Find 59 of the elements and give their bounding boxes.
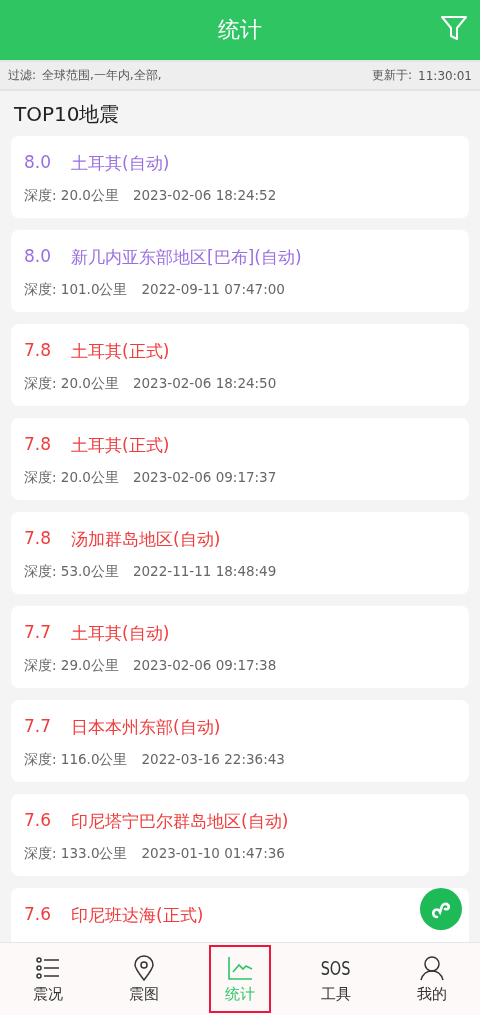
earthquake-card[interactable]: 8.0 新几内亚东部地区[巴布](自动) 深度: 101.0公里 2022-09-11 07:47:00 [11,230,469,312]
location-name: 土耳其(正式) [71,434,170,457]
time-text: 2023-02-06 18:24:52 [132,187,277,205]
magnitude: 7.8 [24,528,52,550]
magnitude: 7.8 [24,434,52,456]
filter-value: 全球范围,一年内,全部, [42,67,162,84]
filter-icon[interactable] [440,14,468,42]
nav-tab[interactable]: 我的 [401,945,463,1013]
time-text: 2022-03-16 22:36:43 [141,751,285,769]
updated-time: 11:30:01 [418,68,472,83]
location-name: 土耳其(正式) [71,340,170,363]
location-name: 日本本州东部(自动) [71,716,221,739]
location-name: 土耳其(自动) [71,152,170,175]
location-name: 汤加群岛地区(自动) [71,528,221,551]
magnitude: 7.8 [24,340,52,362]
magnitude: 7.6 [24,810,52,832]
location-name: 印尼班达海(正式) [71,904,204,927]
nav-tab[interactable]: 震图 [113,945,175,1013]
earthquake-card[interactable]: 8.0 土耳其(自动) 深度: 20.0公里 2023-02-06 18:24:52 [11,136,469,218]
earthquake-card[interactable]: 7.8 土耳其(正式) 深度: 20.0公里 2023-02-06 18:24:50 [11,324,469,406]
earthquake-card[interactable]: 7.6 印尼班达海(正式) [11,888,469,942]
nav-tab[interactable]: 震况 [17,945,79,1013]
line-chart-icon [227,954,253,981]
depth-text: 深度: 101.0公里 [24,281,128,299]
time-text: 2023-02-06 18:24:50 [132,375,277,393]
time-text: 2023-02-06 09:17:37 [132,469,277,487]
time-text: 2022-09-11 07:47:00 [141,281,285,299]
filter-label: 过滤: [8,67,37,84]
location-name: 印尼塔宁巴尔群岛地区(自动) [71,810,289,833]
location-name: 新几内亚东部地区[巴布](自动) [71,246,302,269]
magnitude: 7.7 [24,622,52,644]
earthquake-card[interactable]: 7.7 土耳其(自动) 深度: 29.0公里 2023-02-06 09:17:38 [11,606,469,688]
depth-text: 深度: 116.0公里 [24,751,128,769]
depth-text: 深度: 20.0公里 [24,375,119,393]
sos-label: SOS [321,955,351,981]
time-text: 2023-02-06 09:17:38 [132,657,277,675]
depth-text: 深度: 20.0公里 [24,469,119,487]
location-pin-icon [131,954,157,981]
depth-text: 深度: 20.0公里 [24,187,119,205]
page-title: 统计 [218,16,262,44]
time-text: 2022-11-11 18:48:49 [132,563,277,581]
magnitude: 8.0 [24,246,52,268]
depth-text: 深度: 53.0公里 [24,563,119,581]
earthquake-card[interactable]: 7.6 印尼塔宁巴尔群岛地区(自动) 深度: 133.0公里 2023-01-10 01:47:36 [11,794,469,876]
earthquake-card[interactable]: 7.8 土耳其(正式) 深度: 20.0公里 2023-02-06 09:17:37 [11,418,469,500]
list-icon [35,954,61,981]
time-text: 2023-01-10 01:47:36 [141,845,285,863]
location-name: 土耳其(自动) [71,622,170,645]
updated-label: 更新于: [372,67,413,84]
nav-tab[interactable]: SOS 工具 [305,945,367,1013]
person-icon [419,954,445,981]
magnitude: 8.0 [24,152,52,174]
depth-text: 深度: 133.0公里 [24,845,128,863]
magnitude: 7.7 [24,716,52,738]
magnitude: 7.6 [24,904,52,926]
section-title: TOP10地震 [13,101,121,128]
depth-text: 深度: 29.0公里 [24,657,119,675]
earthquake-card[interactable]: 7.7 日本本州东部(自动) 深度: 116.0公里 2022-03-16 22:36:43 [11,700,469,782]
earthquake-card[interactable]: 7.8 汤加群岛地区(自动) 深度: 53.0公里 2022-11-11 18:48:49 [11,512,469,594]
